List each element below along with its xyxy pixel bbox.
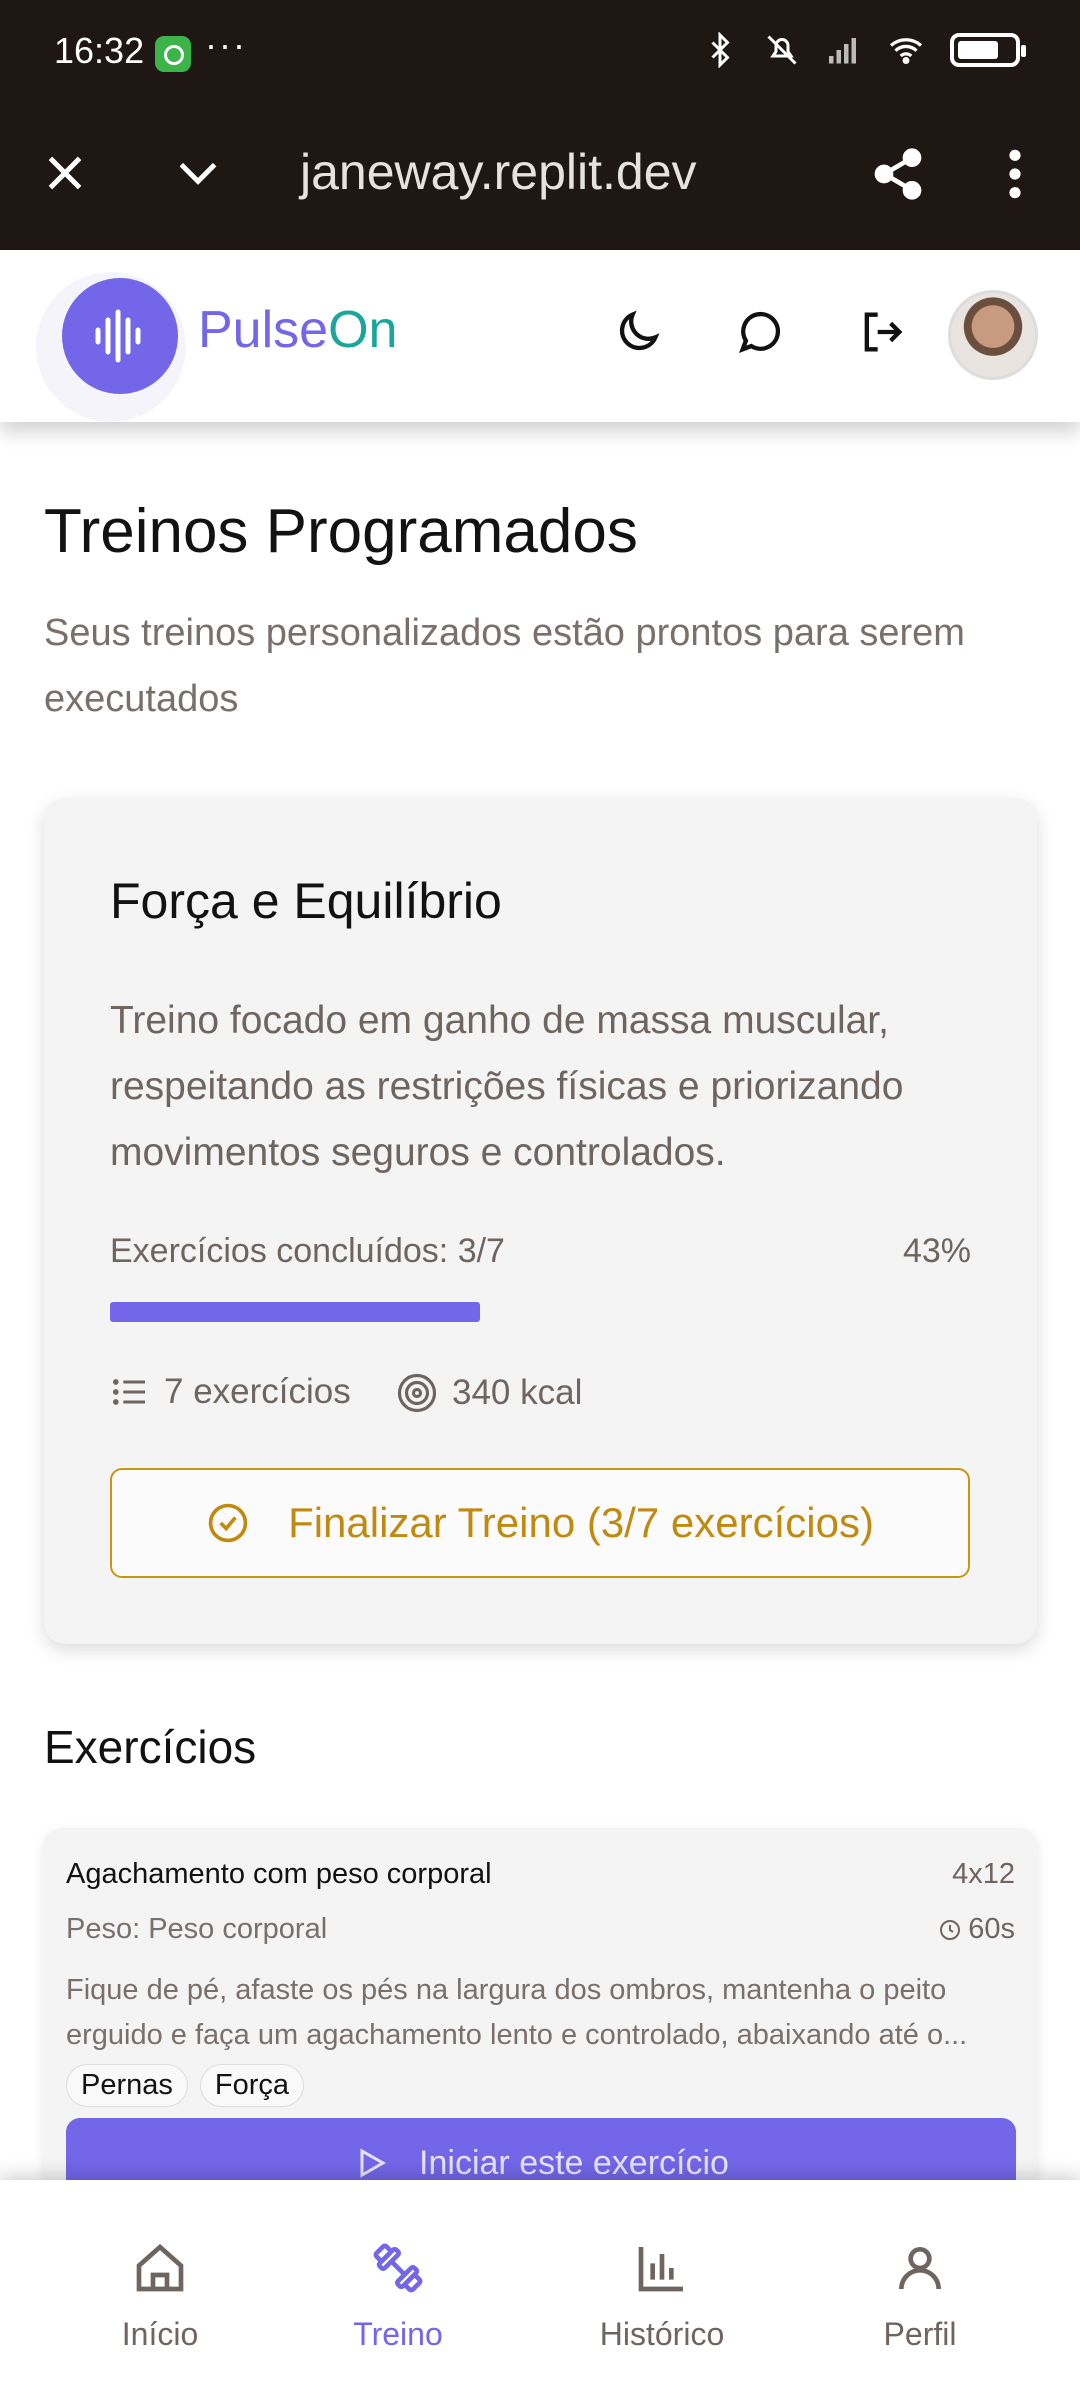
chat-icon[interactable] (734, 306, 786, 358)
moon-icon[interactable] (612, 306, 664, 358)
check-circle-icon (208, 1503, 248, 1543)
url-text[interactable]: janeway.replit.dev (300, 143, 697, 201)
nav-label-workout: Treino (353, 2316, 443, 2352)
tag-strength: Força (199, 2064, 305, 2107)
exercise-name: Agachamento com peso corporal (66, 1858, 492, 1890)
exercises-section-title: Exercícios (44, 1721, 257, 1773)
nav-label-history: Histórico (599, 2316, 725, 2352)
nav-item-profile[interactable]: Perfil (820, 2240, 1020, 2353)
pulseon-logo[interactable] (62, 278, 178, 394)
avatar[interactable] (948, 290, 1038, 380)
user-icon (899, 2247, 941, 2290)
finish-workout-label: Finalizar Treino (3/7 exercícios) (288, 1499, 874, 1546)
status-time: 16:32 (54, 30, 145, 71)
pulse-icon (95, 309, 141, 363)
page-title: Treinos Programados (44, 497, 638, 566)
start-exercise-label: Iniciar este exercício (419, 2143, 729, 2182)
target-icon (397, 1373, 437, 1413)
clock-icon (940, 1919, 961, 1940)
logout-icon[interactable] (856, 306, 908, 358)
more-vertical-icon[interactable] (1000, 146, 1030, 202)
calories: 340 kcal (396, 1372, 582, 1414)
close-icon[interactable] (40, 148, 90, 198)
progress-percent: 43% (902, 1232, 971, 1270)
exercise-card: Agachamento com peso corporal 4x12 Peso:… (44, 1828, 1037, 2188)
workout-description: Treino focado em ganho de massa muscular… (110, 999, 904, 1174)
tag-legs: Pernas (66, 2064, 188, 2107)
nav-label-home: Início (121, 2316, 199, 2352)
nav-item-home[interactable]: Início (60, 2240, 260, 2353)
exercise-sets: 4x12 (952, 1858, 1015, 1890)
exercise-description: Fique de pé, afaste os pés na largura do… (66, 1974, 968, 2051)
status-icons (702, 32, 1026, 68)
battery-icon (950, 33, 1026, 67)
start-exercise-button[interactable]: Iniciar este exercício (66, 2118, 1016, 2188)
exercise-tags: Pernas Força (66, 2064, 305, 2107)
home-icon (136, 2243, 184, 2292)
browser-toolbar: janeway.replit.dev (0, 108, 1080, 250)
bottom-nav: Início Treino Histórico Perfil (0, 2180, 1080, 2400)
status-bar: 16:32 ··· (0, 0, 1080, 108)
brand-part-pulse: Pulse (198, 301, 329, 359)
mute-icon (767, 35, 797, 65)
dumbbell-icon (373, 2243, 423, 2293)
finish-workout-button[interactable]: Finalizar Treino (3/7 exercícios) (110, 1468, 970, 1578)
exercise-rest-text: 60s (968, 1913, 1015, 1945)
bluetooth-icon (711, 32, 730, 68)
nav-label-profile: Perfil (883, 2316, 957, 2352)
exercise-count-text: 7 exercícios (164, 1372, 351, 1411)
workout-card: Força e Equilíbrio Treino focado em ganh… (44, 798, 1037, 1644)
play-icon (360, 2148, 387, 2178)
progress-bar (110, 1302, 970, 1322)
workout-title: Força e Equilíbrio (110, 873, 502, 929)
list-icon (113, 1379, 145, 1405)
exercise-rest: 60s (938, 1913, 1015, 1946)
page-subtitle: Seus treinos personalizados estão pronto… (44, 612, 965, 720)
share-icon[interactable] (870, 146, 926, 202)
progress-label: Exercícios concluídos: 3/7 (110, 1232, 505, 1270)
nav-item-workout[interactable]: Treino (298, 2240, 498, 2353)
brand-part-on: On (328, 301, 398, 359)
progress-fill (110, 1302, 480, 1322)
notification-dots: ··· (205, 24, 247, 65)
calories-text: 340 kcal (452, 1373, 583, 1412)
chevron-down-icon[interactable] (170, 148, 226, 198)
nav-item-history[interactable]: Histórico (562, 2240, 762, 2353)
exercise-weight: Peso: Peso corporal (66, 1913, 328, 1945)
signal-icon (829, 38, 856, 64)
exercise-count: 7 exercícios (110, 1372, 351, 1412)
bar-chart-icon (638, 2247, 683, 2292)
whatsapp-icon (155, 36, 191, 72)
wifi-icon (889, 38, 923, 64)
brand-name: PulseOn (198, 300, 397, 360)
